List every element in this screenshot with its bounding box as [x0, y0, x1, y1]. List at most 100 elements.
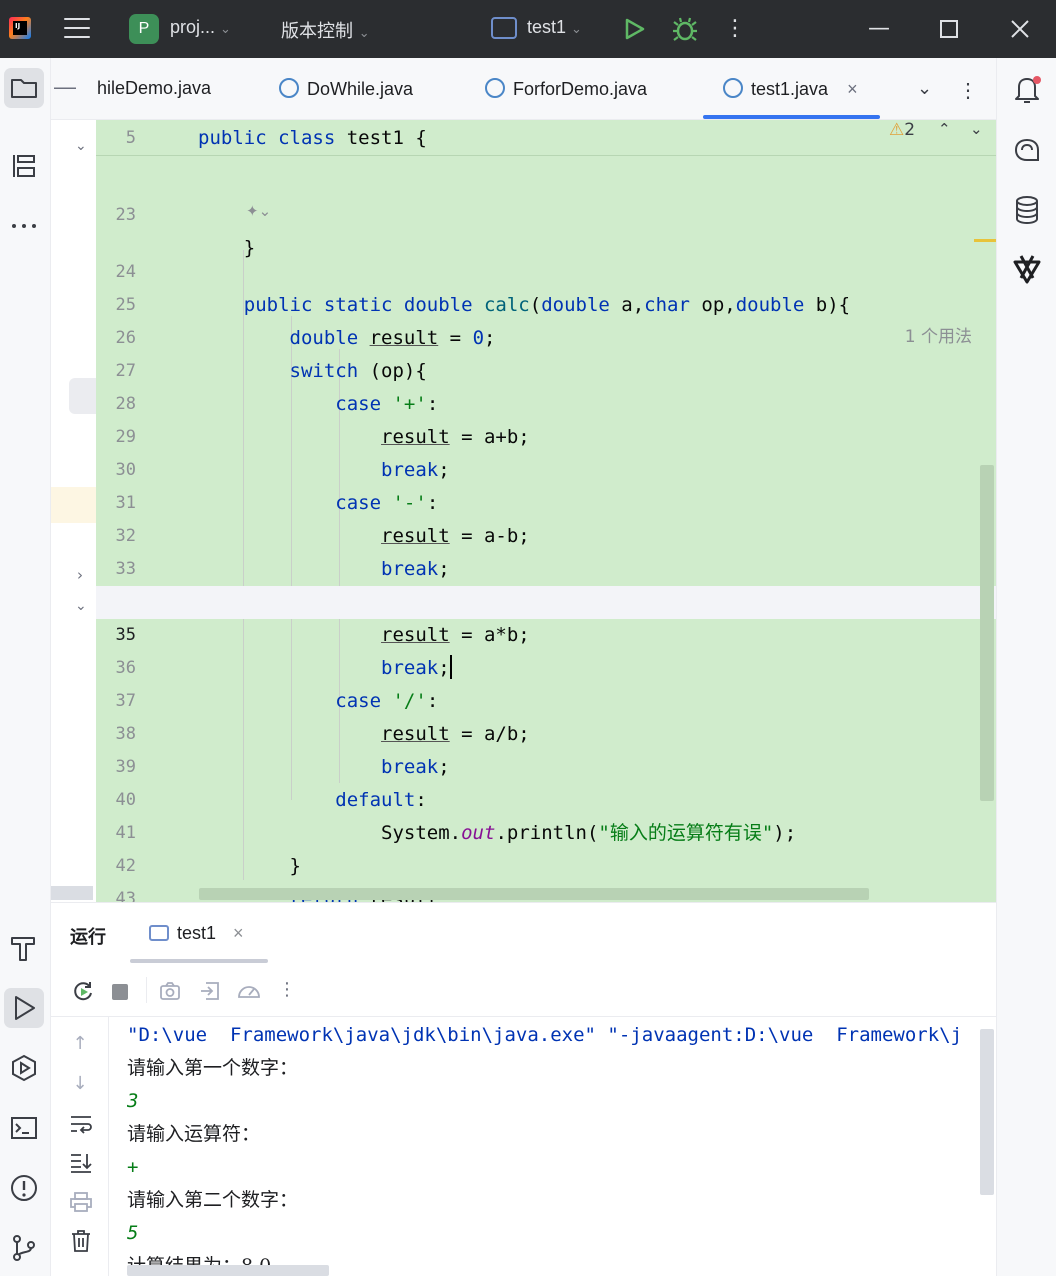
project-name: proj...: [170, 17, 216, 37]
java-class-icon: [723, 78, 743, 98]
services-tool-button[interactable]: [4, 1048, 44, 1088]
tab-label: test1.java: [751, 79, 829, 99]
code-line: 32 break;: [96, 487, 996, 580]
project-tool-button[interactable]: [4, 68, 44, 108]
code-line: 39 default:: [96, 718, 996, 811]
restore-layout-icon[interactable]: [198, 979, 222, 1003]
camera-icon[interactable]: [158, 979, 182, 1003]
coverage-icon[interactable]: [236, 979, 262, 1003]
sticky-header[interactable]: 5 public class test1 { ⚠2 ⌃ ⌄: [96, 120, 996, 156]
rerun-icon[interactable]: [71, 979, 95, 1003]
problems-icon: [11, 1175, 37, 1201]
debug-icon[interactable]: [671, 15, 699, 43]
tabs-scroll-left-button[interactable]: —: [54, 74, 76, 100]
fold-chevron-right-icon[interactable]: ›: [77, 566, 83, 584]
run-config-selector[interactable]: test1 ⌄: [527, 17, 582, 38]
warnings-indicator[interactable]: ⚠2: [889, 120, 915, 140]
warnings-count: 2: [904, 120, 916, 140]
run-panel-title: 运行: [70, 927, 106, 948]
code-line: 34 result = a*b;: [96, 553, 996, 646]
code-line: 33 case '*':: [96, 520, 996, 613]
minimize-button[interactable]: —: [864, 14, 894, 44]
tab-hiledemo[interactable]: hileDemo.java: [97, 78, 211, 99]
project-selector[interactable]: proj... ⌄: [170, 17, 231, 38]
close-tab-icon[interactable]: ×: [233, 923, 244, 943]
scroll-to-end-icon[interactable]: [69, 1151, 93, 1175]
console-output-line: 请输入运算符：: [127, 1123, 261, 1145]
close-window-button[interactable]: [1008, 17, 1032, 41]
left-tool-strip: [0, 58, 51, 1276]
code-line: 27 case '+':: [96, 322, 996, 415]
print-icon[interactable]: [69, 1191, 93, 1213]
plugin-icon[interactable]: [1011, 252, 1043, 286]
right-tool-strip: [996, 58, 1056, 1276]
change-marker: [51, 487, 96, 523]
main-menu-icon[interactable]: [64, 18, 90, 40]
chevron-down-icon: ⌄: [220, 22, 231, 37]
project-avatar[interactable]: P: [129, 14, 159, 44]
tab-forfordemo[interactable]: ForforDemo.java: [485, 78, 647, 100]
run-tab-test1[interactable]: test1 ×: [149, 923, 244, 944]
console-input-line: +: [127, 1156, 139, 1178]
previous-highlight-icon[interactable]: ⌃: [938, 120, 951, 138]
code-line: 25 double result = 0;: [96, 256, 996, 349]
notifications-icon[interactable]: [1011, 72, 1043, 106]
git-tool-button[interactable]: [4, 1228, 44, 1268]
console-input-line: 5: [127, 1222, 139, 1244]
structure-tool-button[interactable]: [4, 146, 44, 186]
vcs-label: 版本控制: [281, 21, 353, 42]
editor-tab-bar: — hileDemo.java DoWhile.java ForforDemo.…: [51, 58, 996, 120]
git-icon: [13, 1235, 35, 1261]
gutter-marker: [69, 378, 96, 414]
problems-tool-button[interactable]: [4, 1168, 44, 1208]
tab-label: DoWhile.java: [307, 79, 414, 99]
run-icon[interactable]: [621, 16, 647, 42]
editor-horizontal-scrollbar[interactable]: [199, 888, 869, 900]
build-tool-button[interactable]: [4, 928, 44, 968]
intellij-logo-icon[interactable]: IJ: [9, 17, 31, 39]
structure-icon: [13, 155, 35, 177]
java-class-icon: [279, 78, 299, 98]
run-tool-button[interactable]: [4, 988, 44, 1028]
console-output-line: 请输入第一个数字：: [127, 1057, 299, 1079]
run-config-icon: [491, 17, 517, 39]
database-icon[interactable]: [1012, 194, 1042, 226]
soft-wrap-icon[interactable]: [69, 1113, 93, 1135]
more-actions-icon[interactable]: ⋮: [276, 979, 298, 1001]
arrow-up-icon[interactable]: ↑: [69, 1033, 91, 1055]
terminal-tool-button[interactable]: [4, 1108, 44, 1148]
trash-icon[interactable]: [70, 1229, 92, 1253]
more-icon: [12, 224, 36, 228]
editor-gutter: ⌄ › ⌄: [51, 120, 96, 902]
chevron-down-icon: ⌄: [358, 26, 370, 41]
ai-assistant-icon[interactable]: [1011, 134, 1043, 166]
code-line: 23 }: [96, 166, 996, 259]
code-line: 24 public static double calc(double a,ch…: [96, 223, 996, 347]
tabs-dropdown-icon[interactable]: ⌄: [917, 78, 932, 99]
code-line: 42 return result;: [96, 817, 996, 902]
console-vertical-scrollbar[interactable]: [980, 1029, 994, 1195]
code-line: 43 }: [96, 850, 996, 902]
fold-chevron-down-icon[interactable]: ⌄: [75, 598, 87, 614]
code-line: 36 case '/':: [96, 619, 996, 712]
usage-marker: [974, 239, 996, 242]
ai-hint-icon[interactable]: ✦⌄: [246, 202, 271, 220]
stop-icon[interactable]: [112, 984, 128, 1000]
tab-options-icon[interactable]: ⋮: [958, 78, 978, 103]
console-horizontal-scrollbar[interactable]: [127, 1265, 329, 1276]
arrow-down-icon[interactable]: ↓: [69, 1073, 91, 1095]
editor-vertical-scrollbar[interactable]: [980, 465, 994, 801]
more-tools-button[interactable]: [4, 206, 44, 246]
tab-test1[interactable]: test1.java ×: [723, 78, 858, 100]
close-tab-icon[interactable]: ×: [847, 79, 858, 99]
run-icon: [15, 996, 35, 1020]
more-actions-icon[interactable]: ⋮: [720, 14, 750, 44]
vcs-menu[interactable]: 版本控制 ⌄: [281, 17, 370, 43]
next-highlight-icon[interactable]: ⌄: [970, 120, 983, 138]
tab-dowhile[interactable]: DoWhile.java: [279, 78, 413, 100]
code-line: 30 case '-':: [96, 421, 996, 514]
maximize-button[interactable]: [938, 18, 960, 40]
code-editor[interactable]: 5 public class test1 { ⚠2 ⌃ ⌄ 23 } ✦⌄ 24…: [96, 120, 996, 902]
console-output[interactable]: "D:\vue Framework\java\jdk\bin\java.exe"…: [127, 1017, 977, 1276]
fold-chevron-down-icon[interactable]: ⌄: [75, 138, 87, 154]
